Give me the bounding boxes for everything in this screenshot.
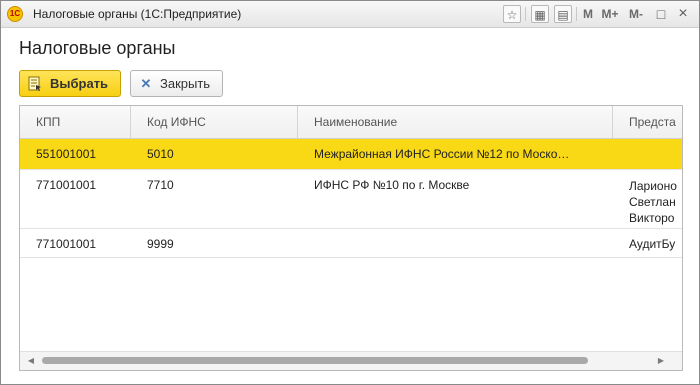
cell-ifns-code: 5010 <box>147 147 174 161</box>
close-button-label: Закрыть <box>160 76 211 91</box>
scroll-right-icon[interactable]: ▶ <box>656 355 666 367</box>
cell-kpp: 771001001 <box>36 178 97 192</box>
close-button[interactable]: ✕ Закрыть <box>130 70 223 97</box>
app-logo-icon: 1С <box>7 6 23 22</box>
tax-authorities-table[interactable]: КПП Код ИФНС Наименование Предста 551001… <box>19 105 683 371</box>
memory-button[interactable]: M <box>581 5 595 23</box>
close-icon: ✕ <box>140 76 152 91</box>
cell-kpp: 551001001 <box>36 147 97 161</box>
select-icon <box>28 76 42 91</box>
column-header-representative[interactable]: Предста <box>613 106 682 138</box>
calendar-icon[interactable]: ▤ <box>554 5 572 23</box>
column-header-name[interactable]: Наименование <box>298 106 613 138</box>
cell-ifns-code: 9999 <box>147 237 174 251</box>
cell-representative: АудитБу <box>629 237 676 251</box>
select-button-label: Выбрать <box>50 76 109 91</box>
cell-ifns-code: 7710 <box>147 178 174 192</box>
window-title: Налоговые органы (1С:Предприятие) <box>33 7 242 21</box>
scroll-thumb[interactable] <box>42 357 588 364</box>
title-bar: 1С Налоговые органы (1С:Предприятие) ☆ ▦… <box>1 1 699 28</box>
calculator-icon[interactable]: ▦ <box>531 5 549 23</box>
table-header: КПП Код ИФНС Наименование Предста <box>20 106 682 139</box>
divider <box>576 7 577 21</box>
column-header-ifns-code[interactable]: Код ИФНС <box>131 106 298 138</box>
select-button[interactable]: Выбрать <box>19 70 121 97</box>
maximize-button[interactable]: □ <box>654 5 668 23</box>
table-row[interactable]: 551001001 5010 Межрайонная ИФНС России №… <box>20 139 682 170</box>
column-header-kpp[interactable]: КПП <box>20 106 131 138</box>
favorites-icon[interactable]: ☆ <box>503 5 521 23</box>
app-window: 1С Налоговые органы (1С:Предприятие) ☆ ▦… <box>0 0 700 385</box>
memory-minus-button[interactable]: M- <box>626 5 646 23</box>
table-row[interactable]: 771001001 7710 ИФНС РФ №10 по г. Москве … <box>20 170 682 229</box>
page-title: Налоговые органы <box>19 38 176 58</box>
memory-plus-button[interactable]: M+ <box>600 5 620 23</box>
cell-representative: Ларионо Светлан Викторо <box>629 179 677 225</box>
cell-name: ИФНС РФ №10 по г. Москве <box>314 178 470 192</box>
divider <box>525 7 526 21</box>
cell-kpp: 771001001 <box>36 237 97 251</box>
table-row[interactable]: 771001001 9999 АудитБу <box>20 229 682 258</box>
cell-name: Межрайонная ИФНС России №12 по Моско… <box>314 147 570 161</box>
close-window-button[interactable]: × <box>676 5 690 23</box>
horizontal-scrollbar[interactable]: ◀ ▶ <box>20 351 682 370</box>
scroll-left-icon[interactable]: ◀ <box>26 355 36 367</box>
